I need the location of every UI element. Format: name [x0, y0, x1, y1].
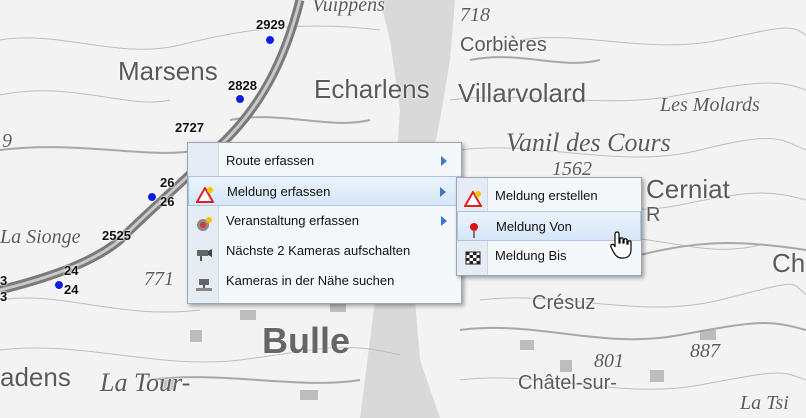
km-marker-28[interactable]	[235, 94, 245, 104]
km-marker-29[interactable]	[265, 35, 275, 45]
checkered-flag-icon	[464, 248, 482, 265]
map-label-les-molards: Les Molards	[660, 94, 760, 116]
km-label-3a: 3	[0, 273, 8, 288]
km-label-3b: 3	[0, 289, 8, 304]
event-icon	[195, 213, 213, 231]
submenu-item-label: Meldung Bis	[495, 248, 567, 263]
map-label-corbieres: Corbières	[460, 34, 547, 56]
km-label-29: 2929	[256, 17, 285, 32]
km-label-26a: 26	[160, 175, 175, 190]
km-marker-24[interactable]	[54, 280, 64, 290]
map-label-vuippens: Vuippens	[312, 0, 385, 16]
km-label-24a: 24	[64, 263, 79, 278]
map-label-la-sionge: La Sionge	[0, 226, 81, 248]
submenu-item-label: Meldung Von	[496, 219, 572, 234]
map-label-elevation-887: 887	[690, 340, 720, 362]
warning-triangle-icon	[195, 184, 215, 203]
map-label-r: R	[646, 204, 661, 226]
submenu-arrow-icon	[440, 187, 446, 197]
km-label-26b: 26	[160, 194, 175, 209]
map-label-echarlens: Echarlens	[314, 74, 430, 104]
map-label-bulle: Bulle	[262, 320, 351, 361]
map-label-cerniat: Cerniat	[646, 174, 730, 204]
map-label-cresuz: Crésuz	[532, 292, 596, 314]
menu-item-label: Veranstaltung erfassen	[226, 213, 359, 228]
submenu-item-meldung-erstellen[interactable]: Meldung erstellen	[457, 181, 641, 211]
menu-item-label: Meldung erfassen	[227, 184, 331, 199]
meldung-submenu: Meldung erstellen Meldung Von Meldung Bi…	[456, 177, 642, 276]
menu-item-label: Nächste 2 Kameras aufschalten	[226, 243, 411, 258]
menu-item-label: Route erfassen	[226, 153, 315, 168]
km-marker-26[interactable]	[147, 192, 157, 202]
menu-item-veranstaltung-erfassen[interactable]: Veranstaltung erfassen	[188, 206, 461, 236]
km-label-27: 2727	[175, 120, 204, 135]
map-label-villarvolard: Villarvolard	[458, 78, 587, 108]
map-label-elevation-801: 801	[594, 350, 624, 372]
map-label-marsens: Marsens	[118, 56, 218, 86]
submenu-item-label: Meldung erstellen	[495, 188, 598, 203]
map-label-elevation-718: 718	[460, 4, 490, 26]
camera-icon	[195, 243, 213, 261]
route-icon	[195, 153, 213, 169]
map-label-chatel-sur: Châtel-sur-	[518, 372, 617, 394]
map-label-la-tsi: La Tsi	[740, 392, 789, 414]
warning-new-icon	[463, 188, 483, 207]
map-context-menu: Route erfassen Meldung erfassen Veransta…	[187, 142, 462, 304]
red-pin-icon	[465, 219, 483, 238]
map-label-adens: adens	[0, 362, 71, 392]
map-label-9: 9	[2, 130, 12, 152]
hand-cursor-icon	[610, 231, 632, 259]
menu-item-label: Kameras in der Nähe suchen	[226, 273, 395, 288]
menu-item-kameras-suchen[interactable]: Kameras in der Nähe suchen	[188, 266, 461, 296]
menu-item-naechste-kameras[interactable]: Nächste 2 Kameras aufschalten	[188, 236, 461, 266]
map-label-la-tour: La Tour-	[100, 368, 191, 397]
submenu-arrow-icon	[441, 156, 447, 166]
submenu-arrow-icon	[441, 216, 447, 226]
menu-item-meldung-erfassen[interactable]: Meldung erfassen	[188, 176, 461, 206]
menu-item-route-erfassen[interactable]: Route erfassen	[188, 146, 461, 176]
map-label-elevation-771: 771	[144, 268, 174, 290]
map-label-vanil-des-cours: Vanil des Cours	[506, 128, 671, 157]
km-label-25: 2525	[102, 228, 131, 243]
km-label-28: 2828	[228, 78, 257, 93]
km-label-24b: 24	[64, 282, 79, 297]
camera-search-icon	[195, 273, 213, 291]
map-label-ch: Ch	[772, 248, 806, 278]
